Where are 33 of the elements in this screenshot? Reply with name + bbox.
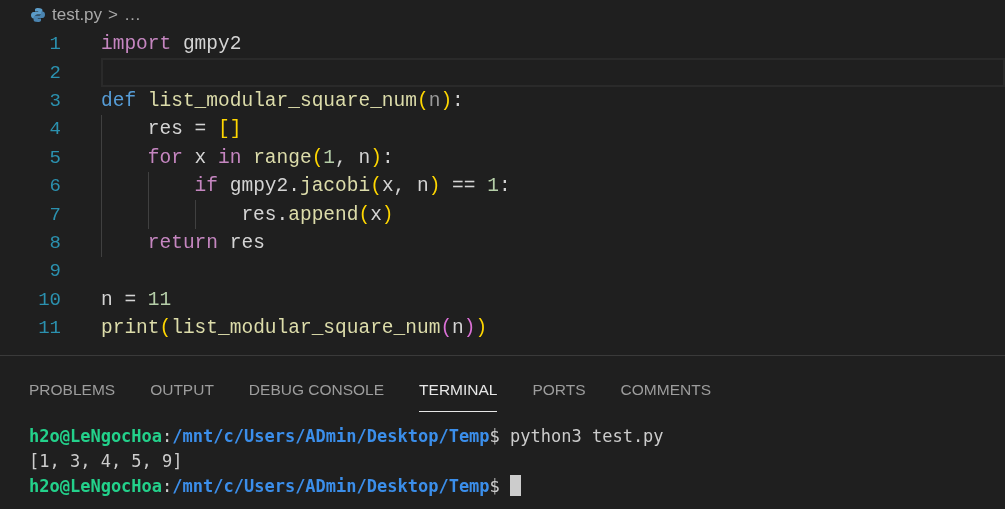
breadcrumb-more[interactable]: … [124, 5, 142, 25]
line-number: 4 [48, 118, 61, 141]
code-line: res = [] [146, 118, 242, 141]
breadcrumb-file[interactable]: test.py [52, 5, 103, 25]
terminal-line: h2o@LeNgocHoa:/mnt/c/Users/ADmin/Desktop/Temp$ [29, 475, 501, 496]
line-number: 8 [48, 231, 61, 254]
line-number: 1 [48, 33, 61, 56]
code-line: for x in range(1, n): [146, 146, 394, 169]
panel-tab[interactable]: PROBLEMS [29, 381, 116, 412]
line-number: 7 [48, 203, 61, 226]
line-number: 5 [48, 146, 61, 169]
panel-tab[interactable]: COMMENTS [620, 381, 711, 412]
breadcrumb-separator: > [108, 5, 119, 25]
panel-tab[interactable]: DEBUG CONSOLE [248, 381, 385, 412]
python-icon [30, 7, 46, 23]
panel-tab[interactable]: PORTS [532, 381, 586, 412]
code-line: n = 11 [101, 288, 172, 311]
line-number: 2 [48, 61, 61, 84]
line-number: 10 [37, 288, 61, 311]
code-line: return res [146, 231, 265, 254]
code-line: res.append(x) [240, 203, 394, 226]
line-number: 3 [48, 89, 61, 112]
terminal-line: [1, 3, 4, 5, 9] [29, 450, 183, 471]
code-line: print(list_modular_square_num(n)) [101, 317, 488, 340]
line-number: 6 [48, 175, 61, 198]
line-number: 11 [37, 317, 61, 340]
code-line: import gmpy2 [101, 33, 242, 56]
panel-tab[interactable]: OUTPUT [150, 381, 214, 412]
code-line: if gmpy2.jacobi(x, n) == 1: [193, 175, 511, 198]
code-line: def list_modular_square_num(n): [101, 89, 464, 112]
panel-tab[interactable]: TERMINAL [419, 381, 498, 412]
terminal-line: h2o@LeNgocHoa:/mnt/c/Users/ADmin/Desktop/Temp$ python3 test.py [29, 425, 664, 446]
line-number: 9 [48, 260, 61, 283]
